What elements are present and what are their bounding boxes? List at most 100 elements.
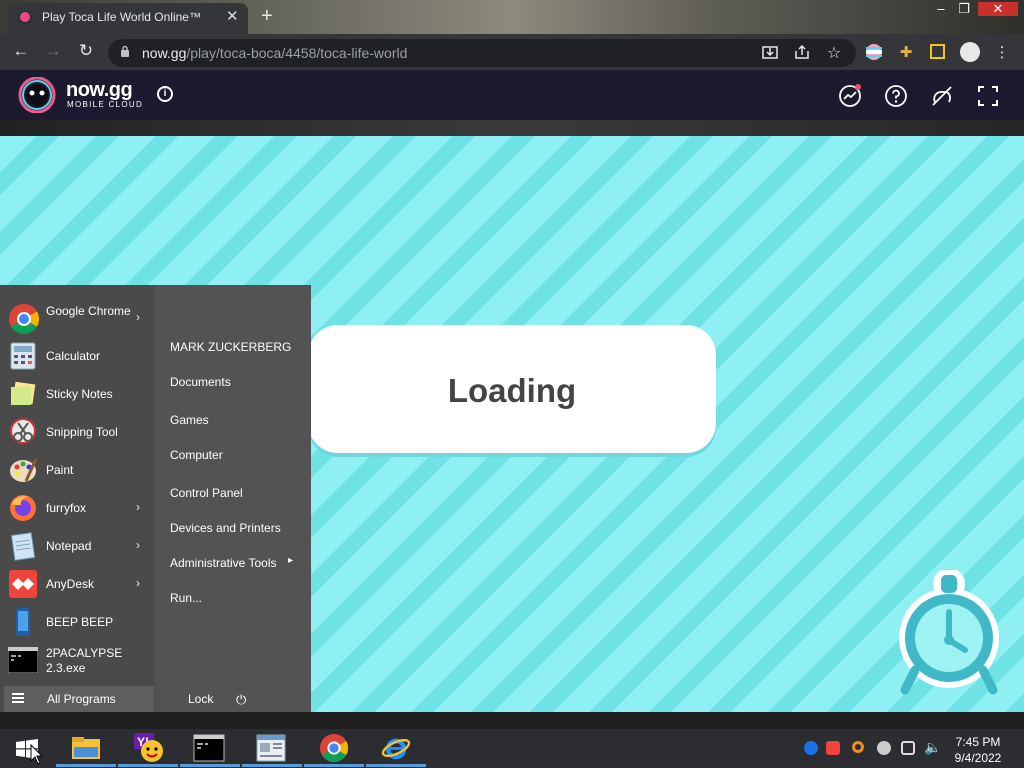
start-item-calculator[interactable]: Calculator bbox=[0, 338, 155, 376]
anydesk-tray-icon[interactable] bbox=[826, 741, 840, 755]
tab-title: Play Toca Life World Online™ bbox=[42, 10, 201, 24]
nowgg-logo-subtitle: MOBILE CLOUD bbox=[67, 100, 144, 109]
back-button[interactable]: ← bbox=[10, 41, 32, 61]
network-icon[interactable] bbox=[901, 741, 915, 755]
start-item-sticky-notes[interactable]: Sticky Notes bbox=[0, 376, 155, 414]
start-item-notepad[interactable]: Notepad › bbox=[0, 528, 155, 566]
tab-favicon-icon bbox=[18, 10, 32, 24]
url-text[interactable]: now.gg/play/toca-boca/4458/toca-life-wor… bbox=[142, 45, 407, 61]
start-item-label: Snipping Tool bbox=[46, 425, 118, 439]
nowgg-logo-text: now.gg bbox=[66, 79, 133, 101]
profile-flag-icon[interactable] bbox=[865, 43, 883, 61]
chevron-right-icon: › bbox=[136, 500, 140, 514]
start-item-google-chrome[interactable]: Google Chrome › bbox=[0, 300, 155, 338]
minimize-button[interactable]: – bbox=[930, 2, 952, 16]
new-tab-button[interactable]: + bbox=[261, 5, 273, 28]
nowgg-logo-icon[interactable] bbox=[14, 77, 60, 113]
start-item-label: Calculator bbox=[46, 349, 101, 363]
chevron-right-icon: › bbox=[136, 538, 140, 552]
url-path: /play/toca-boca/4458/toca-life-world bbox=[186, 45, 408, 61]
firefox-icon bbox=[10, 495, 36, 521]
taskbar-active-indicator bbox=[242, 764, 302, 767]
anydesk-icon bbox=[9, 570, 37, 598]
start-item-label: Sticky Notes bbox=[46, 387, 113, 401]
tab-close-icon[interactable]: ✕ bbox=[226, 7, 239, 25]
paint-icon bbox=[10, 458, 38, 482]
start-item-anydesk[interactable]: AnyDesk › bbox=[0, 566, 155, 604]
all-programs-label: All Programs bbox=[47, 692, 116, 706]
nowgg-header bbox=[0, 70, 1024, 120]
url-host: now.gg bbox=[142, 45, 187, 61]
start-item-beep-beep[interactable]: BEEP BEEP bbox=[0, 604, 155, 642]
chrome-icon bbox=[9, 304, 40, 335]
taskbar-active-indicator bbox=[180, 764, 240, 767]
file-explorer-icon[interactable] bbox=[70, 733, 102, 763]
start-link-documents[interactable]: Documents bbox=[170, 375, 231, 389]
start-item-label: BEEP BEEP bbox=[46, 615, 114, 629]
volume-icon[interactable]: 🔈 bbox=[924, 739, 941, 756]
no-touch-icon[interactable] bbox=[930, 84, 954, 108]
start-link-run[interactable]: Run... bbox=[170, 591, 202, 605]
mouse-cursor-icon bbox=[30, 744, 44, 765]
power-icon[interactable]: ⏻ bbox=[236, 692, 246, 708]
start-link-devices-printers[interactable]: Devices and Printers bbox=[170, 521, 281, 535]
info-icon[interactable]: i bbox=[157, 86, 173, 102]
download-icon[interactable] bbox=[760, 43, 780, 61]
chrome-icon[interactable] bbox=[318, 733, 350, 763]
start-item-label: 2PACALYPSE 2.3.exe bbox=[46, 646, 123, 675]
forward-button[interactable]: → bbox=[42, 41, 64, 61]
header-divider bbox=[0, 120, 1024, 136]
start-item-paint[interactable]: Paint bbox=[0, 452, 155, 490]
taskbar-active-indicator bbox=[56, 764, 116, 767]
lock-icon[interactable] bbox=[120, 45, 130, 57]
clock-time[interactable]: 7:45 PM bbox=[950, 735, 1006, 749]
start-item-furryfox[interactable]: furryfox › bbox=[0, 490, 155, 528]
command-prompt-icon[interactable] bbox=[193, 733, 225, 763]
shield-tray-icon[interactable] bbox=[877, 741, 891, 755]
extensions-icon[interactable]: ✚ bbox=[896, 43, 916, 61]
taskbar-active-indicator bbox=[304, 764, 364, 767]
maximize-button[interactable]: ❐ bbox=[953, 2, 975, 16]
chevron-right-icon: › bbox=[136, 310, 140, 324]
caret-right-icon: ▸ bbox=[288, 555, 294, 566]
start-item-label: Google Chrome bbox=[46, 304, 131, 318]
menu-icon[interactable]: ⋮ bbox=[992, 43, 1012, 61]
start-link-control-panel[interactable]: Control Panel bbox=[170, 486, 243, 500]
account-icon[interactable] bbox=[960, 42, 980, 62]
yahoo-messenger-icon[interactable]: Y! bbox=[134, 733, 166, 763]
phone-icon bbox=[16, 608, 30, 636]
internet-explorer-icon[interactable] bbox=[380, 733, 412, 763]
calculator-icon bbox=[10, 342, 36, 370]
start-link-computer[interactable]: Computer bbox=[170, 448, 223, 462]
star-icon[interactable]: ☆ bbox=[824, 43, 844, 63]
alarm-clock-icon bbox=[899, 570, 999, 695]
notepad-window-icon[interactable] bbox=[255, 733, 287, 763]
snipping-tool-icon bbox=[10, 418, 36, 444]
start-link-administrative-tools[interactable]: Administrative Tools bbox=[170, 556, 277, 570]
notepad-icon bbox=[10, 532, 36, 561]
chevron-right-icon: › bbox=[136, 576, 140, 590]
start-item-snipping-tool[interactable]: Snipping Tool bbox=[0, 414, 155, 452]
share-icon[interactable] bbox=[792, 43, 812, 61]
reload-button[interactable]: ↻ bbox=[75, 41, 97, 61]
start-link-user[interactable]: MARK ZUCKERBERG bbox=[170, 340, 291, 354]
start-item-label: furryfox bbox=[46, 501, 87, 515]
sidebar-icon[interactable] bbox=[930, 44, 945, 59]
lock-button[interactable]: Lock bbox=[188, 692, 213, 706]
start-link-games[interactable]: Games bbox=[170, 413, 209, 427]
start-item-label: Notepad bbox=[46, 539, 92, 553]
clock-date[interactable]: 9/4/2022 bbox=[950, 751, 1006, 765]
list-icon bbox=[12, 693, 24, 703]
trending-icon[interactable] bbox=[838, 84, 862, 108]
start-item-label: AnyDesk bbox=[46, 577, 95, 591]
loading-text: Loading bbox=[447, 372, 577, 409]
start-item-2pacalypse[interactable]: 2PACALYPSE 2.3.exe bbox=[0, 642, 155, 680]
fullscreen-icon[interactable] bbox=[976, 84, 1000, 108]
search-tray-icon[interactable] bbox=[852, 741, 864, 753]
sticky-notes-icon bbox=[11, 381, 36, 405]
help-icon[interactable] bbox=[884, 84, 908, 108]
close-window-button[interactable]: ✕ bbox=[978, 2, 1018, 16]
teamviewer-icon[interactable] bbox=[804, 741, 818, 755]
console-icon bbox=[8, 647, 38, 673]
start-item-label: Paint bbox=[46, 463, 74, 477]
